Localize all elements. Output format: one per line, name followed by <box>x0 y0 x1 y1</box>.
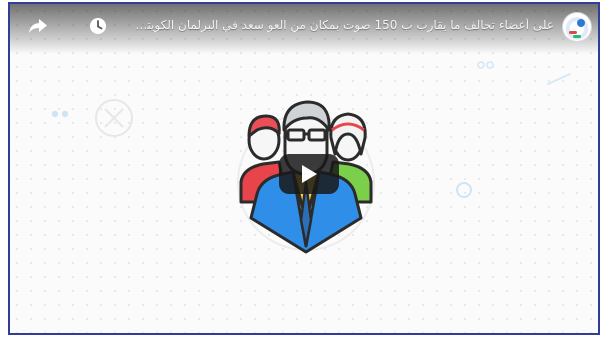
deco-dots-icon <box>51 110 69 118</box>
channel-avatar[interactable] <box>562 12 592 42</box>
channel-logo-bar-green <box>573 35 581 38</box>
deco-ring-icon <box>456 182 472 198</box>
video-player[interactable]: على أعضاء تحالف ما يقارب ب 150 صوت بمكان… <box>8 2 600 335</box>
channel-logo-bar-red <box>569 31 577 34</box>
channel-logo-dot <box>577 19 585 27</box>
video-title[interactable]: على أعضاء تحالف ما يقارب ب 150 صوت بمكان… <box>130 18 554 32</box>
share-button[interactable] <box>24 12 52 40</box>
play-button[interactable] <box>279 154 339 194</box>
share-icon <box>29 19 47 33</box>
watch-later-icon <box>90 18 106 34</box>
deco-line-icon <box>547 73 571 85</box>
deco-small-circles-icon <box>477 61 494 69</box>
play-icon <box>302 165 317 183</box>
watch-later-button[interactable] <box>84 12 112 40</box>
deco-circle-x-icon <box>95 99 133 137</box>
